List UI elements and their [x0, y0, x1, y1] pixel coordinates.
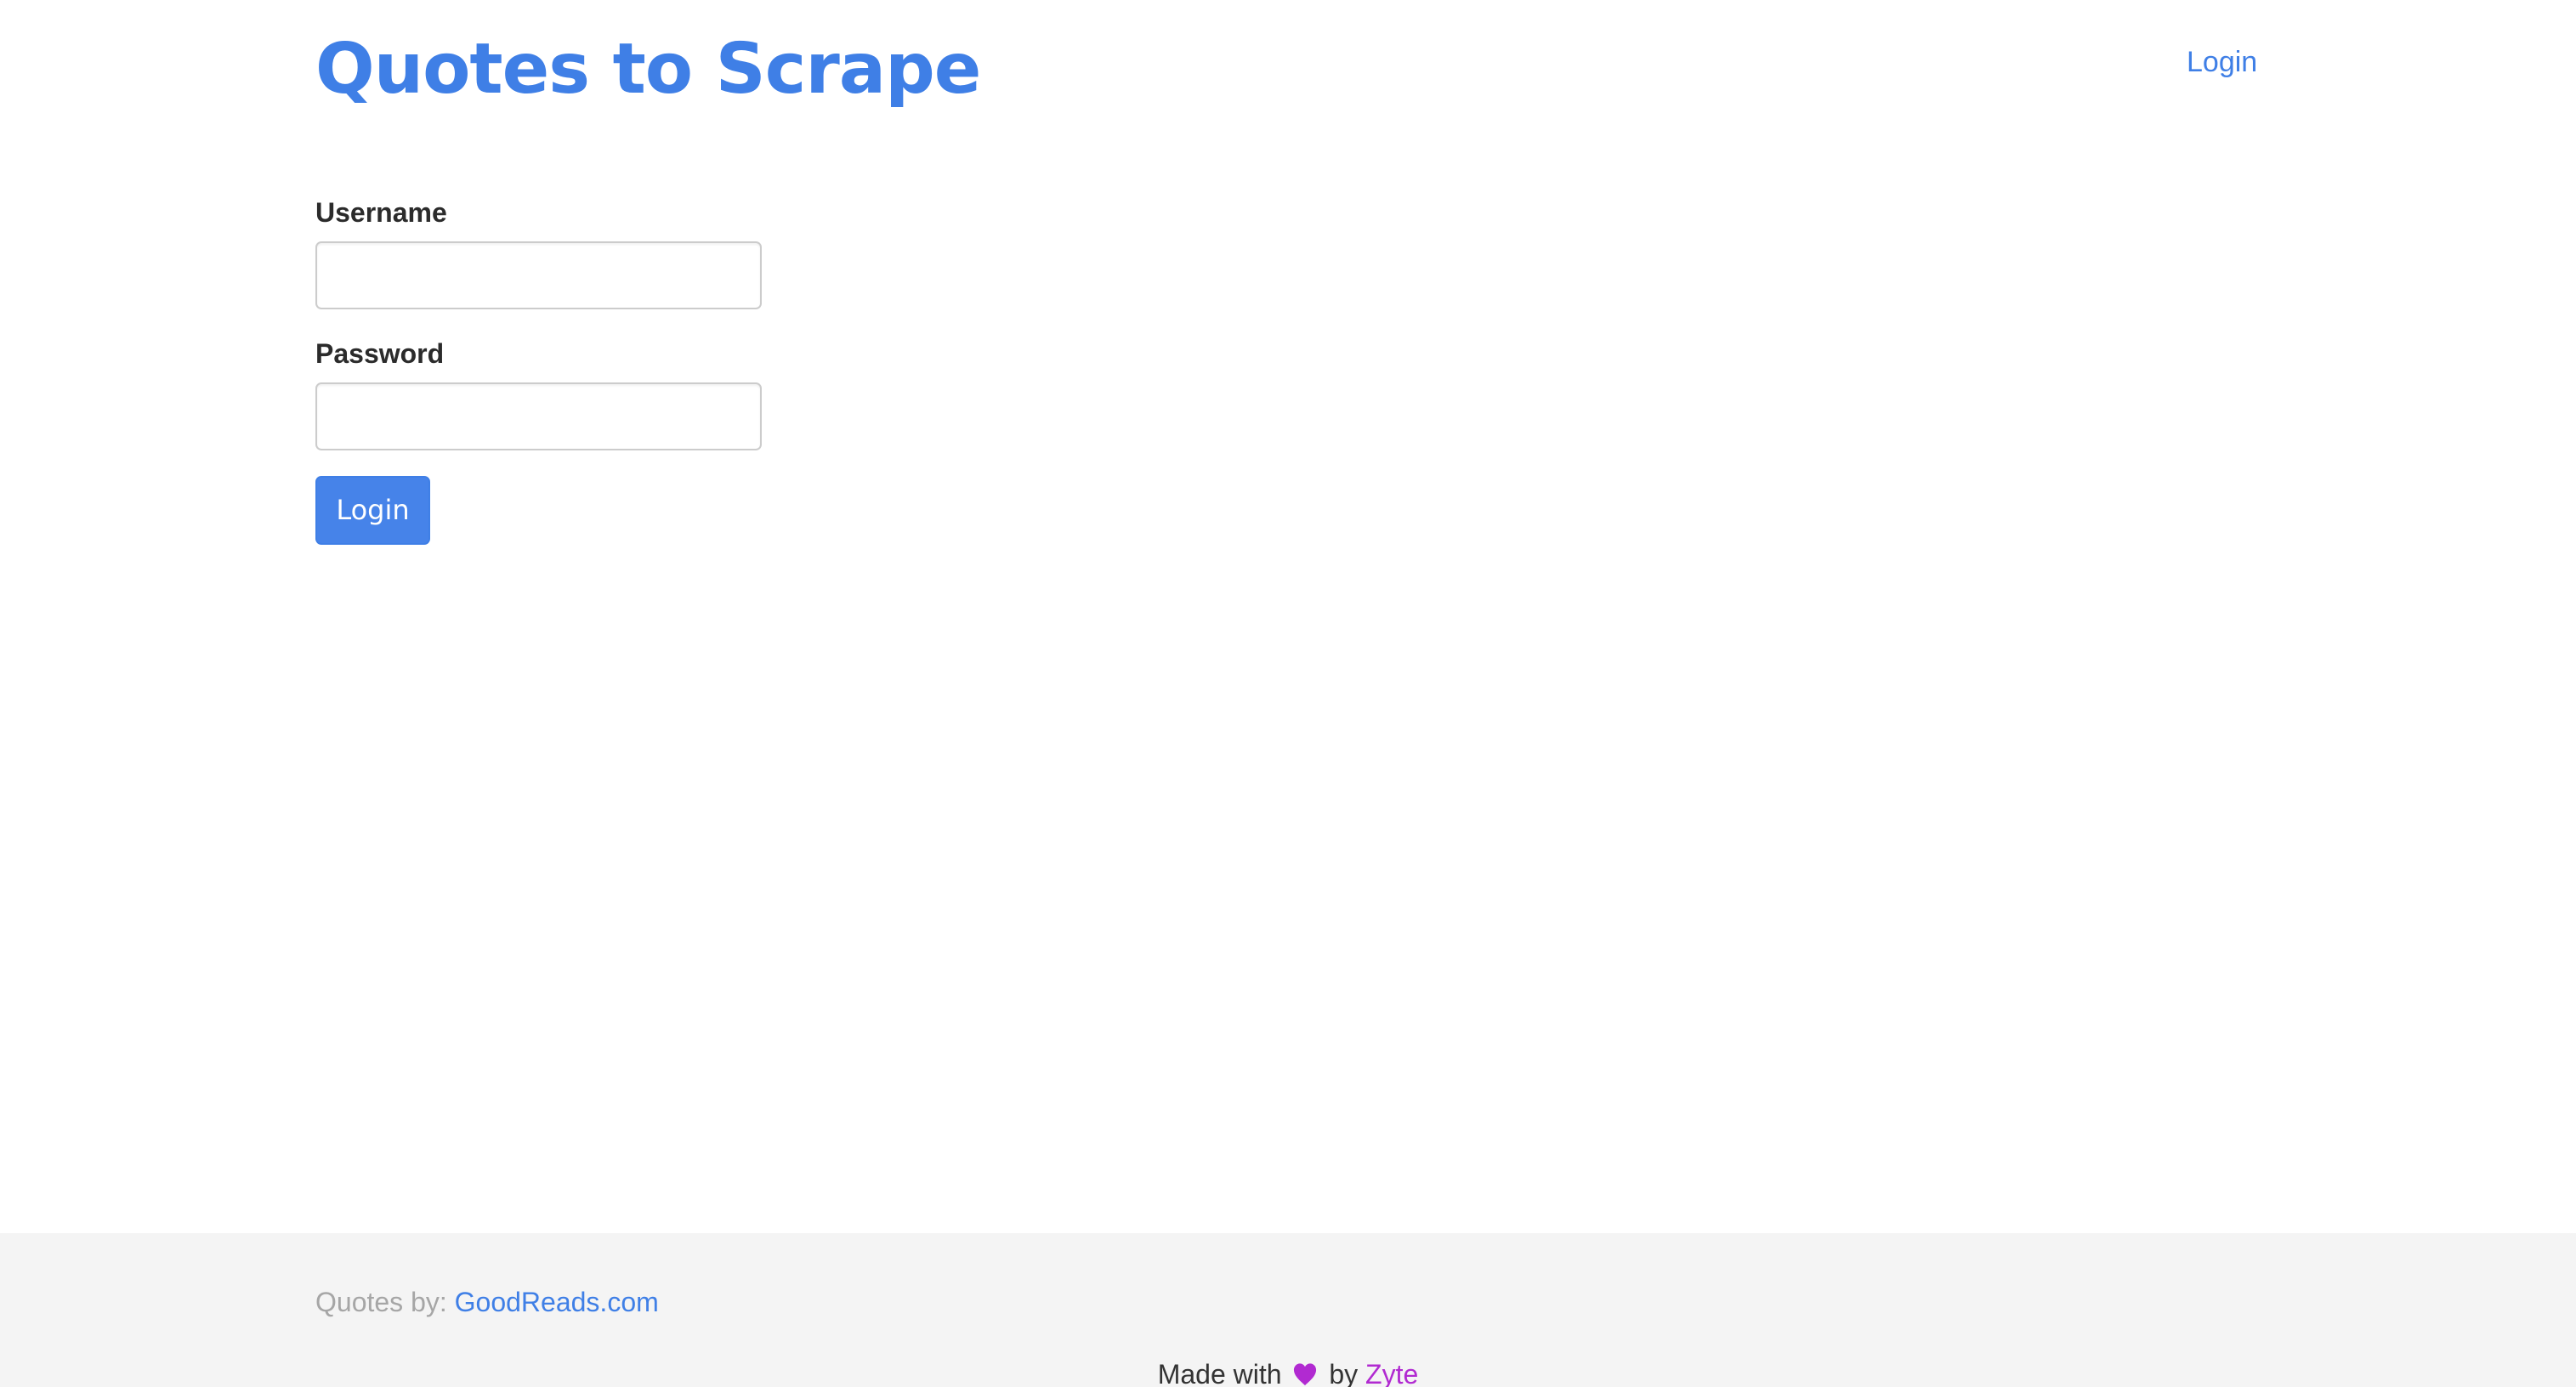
password-label: Password: [315, 338, 445, 369]
footer-made-with: Made with by Zyte: [0, 1356, 2576, 1387]
goodreads-link[interactable]: GoodReads.com: [455, 1287, 659, 1317]
quotes-by-label: Quotes by:: [315, 1287, 447, 1317]
made-with-text: Made with: [1157, 1359, 1282, 1387]
footer-credit: Quotes by: GoodReads.com: [315, 1284, 659, 1320]
login-submit-button[interactable]: Login: [315, 476, 430, 545]
footer: Quotes by: GoodReads.com Made with by Zy…: [0, 1233, 2576, 1387]
password-input[interactable]: [315, 382, 762, 450]
login-page: Quotes to Scrape Login Username Password…: [0, 0, 2576, 1387]
heart-icon: [1294, 1363, 1317, 1386]
site-title-link[interactable]: Quotes to Scrape: [315, 20, 981, 119]
username-label: Username: [315, 197, 447, 228]
by-text: by: [1329, 1359, 1359, 1387]
zyte-link[interactable]: Zyte: [1365, 1359, 1418, 1387]
header-login-link[interactable]: Login: [2187, 42, 2257, 82]
username-input[interactable]: [315, 241, 762, 309]
